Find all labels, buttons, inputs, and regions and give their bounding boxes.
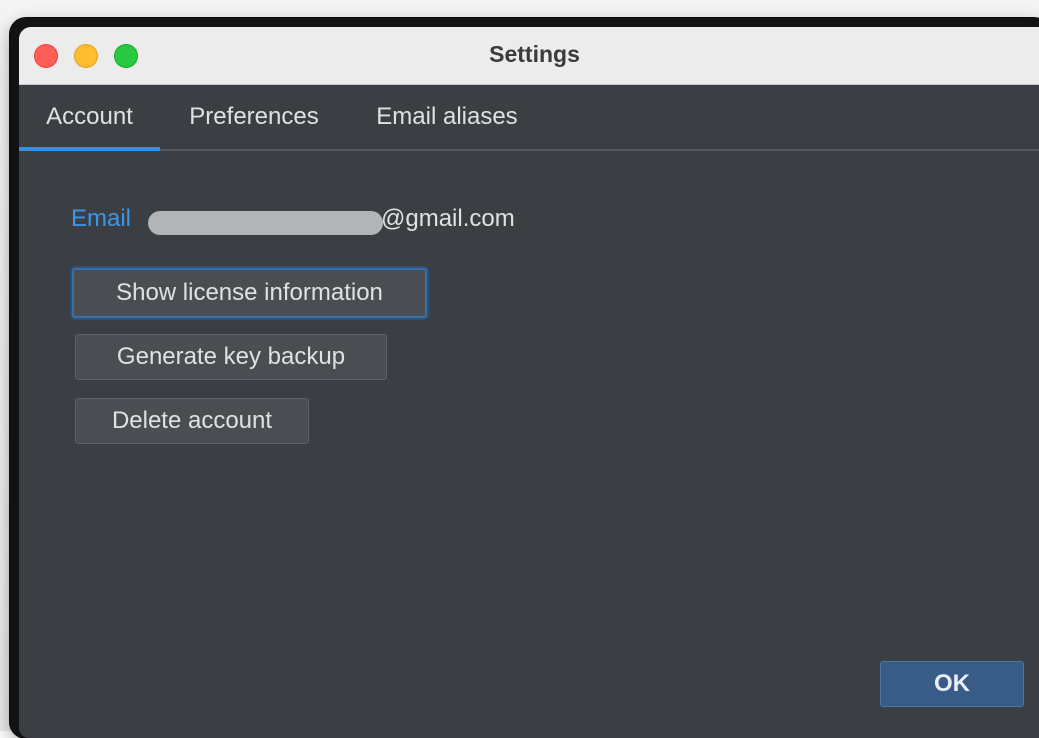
email-label: Email [71,205,132,232]
tab-email-aliases[interactable]: Email aliases [362,85,532,149]
title-bar[interactable]: Settings [19,27,1039,85]
email-redaction [148,211,383,235]
tab-account[interactable]: Account [19,85,160,151]
window-title: Settings [489,41,580,67]
tab-preferences[interactable]: Preferences [180,85,328,149]
ok-button[interactable]: OK [880,661,1024,707]
show-license-information-button[interactable]: Show license information [72,268,427,318]
settings-panel: Settings Account Preferences Email alias… [19,27,1039,738]
email-value: @gmail.com [381,205,515,232]
generate-key-backup-button[interactable]: Generate key backup [75,334,387,380]
settings-tabs: Account Preferences Email aliases [19,85,1039,151]
delete-account-button[interactable]: Delete account [75,398,309,444]
settings-window: Settings Account Preferences Email alias… [10,18,1039,738]
